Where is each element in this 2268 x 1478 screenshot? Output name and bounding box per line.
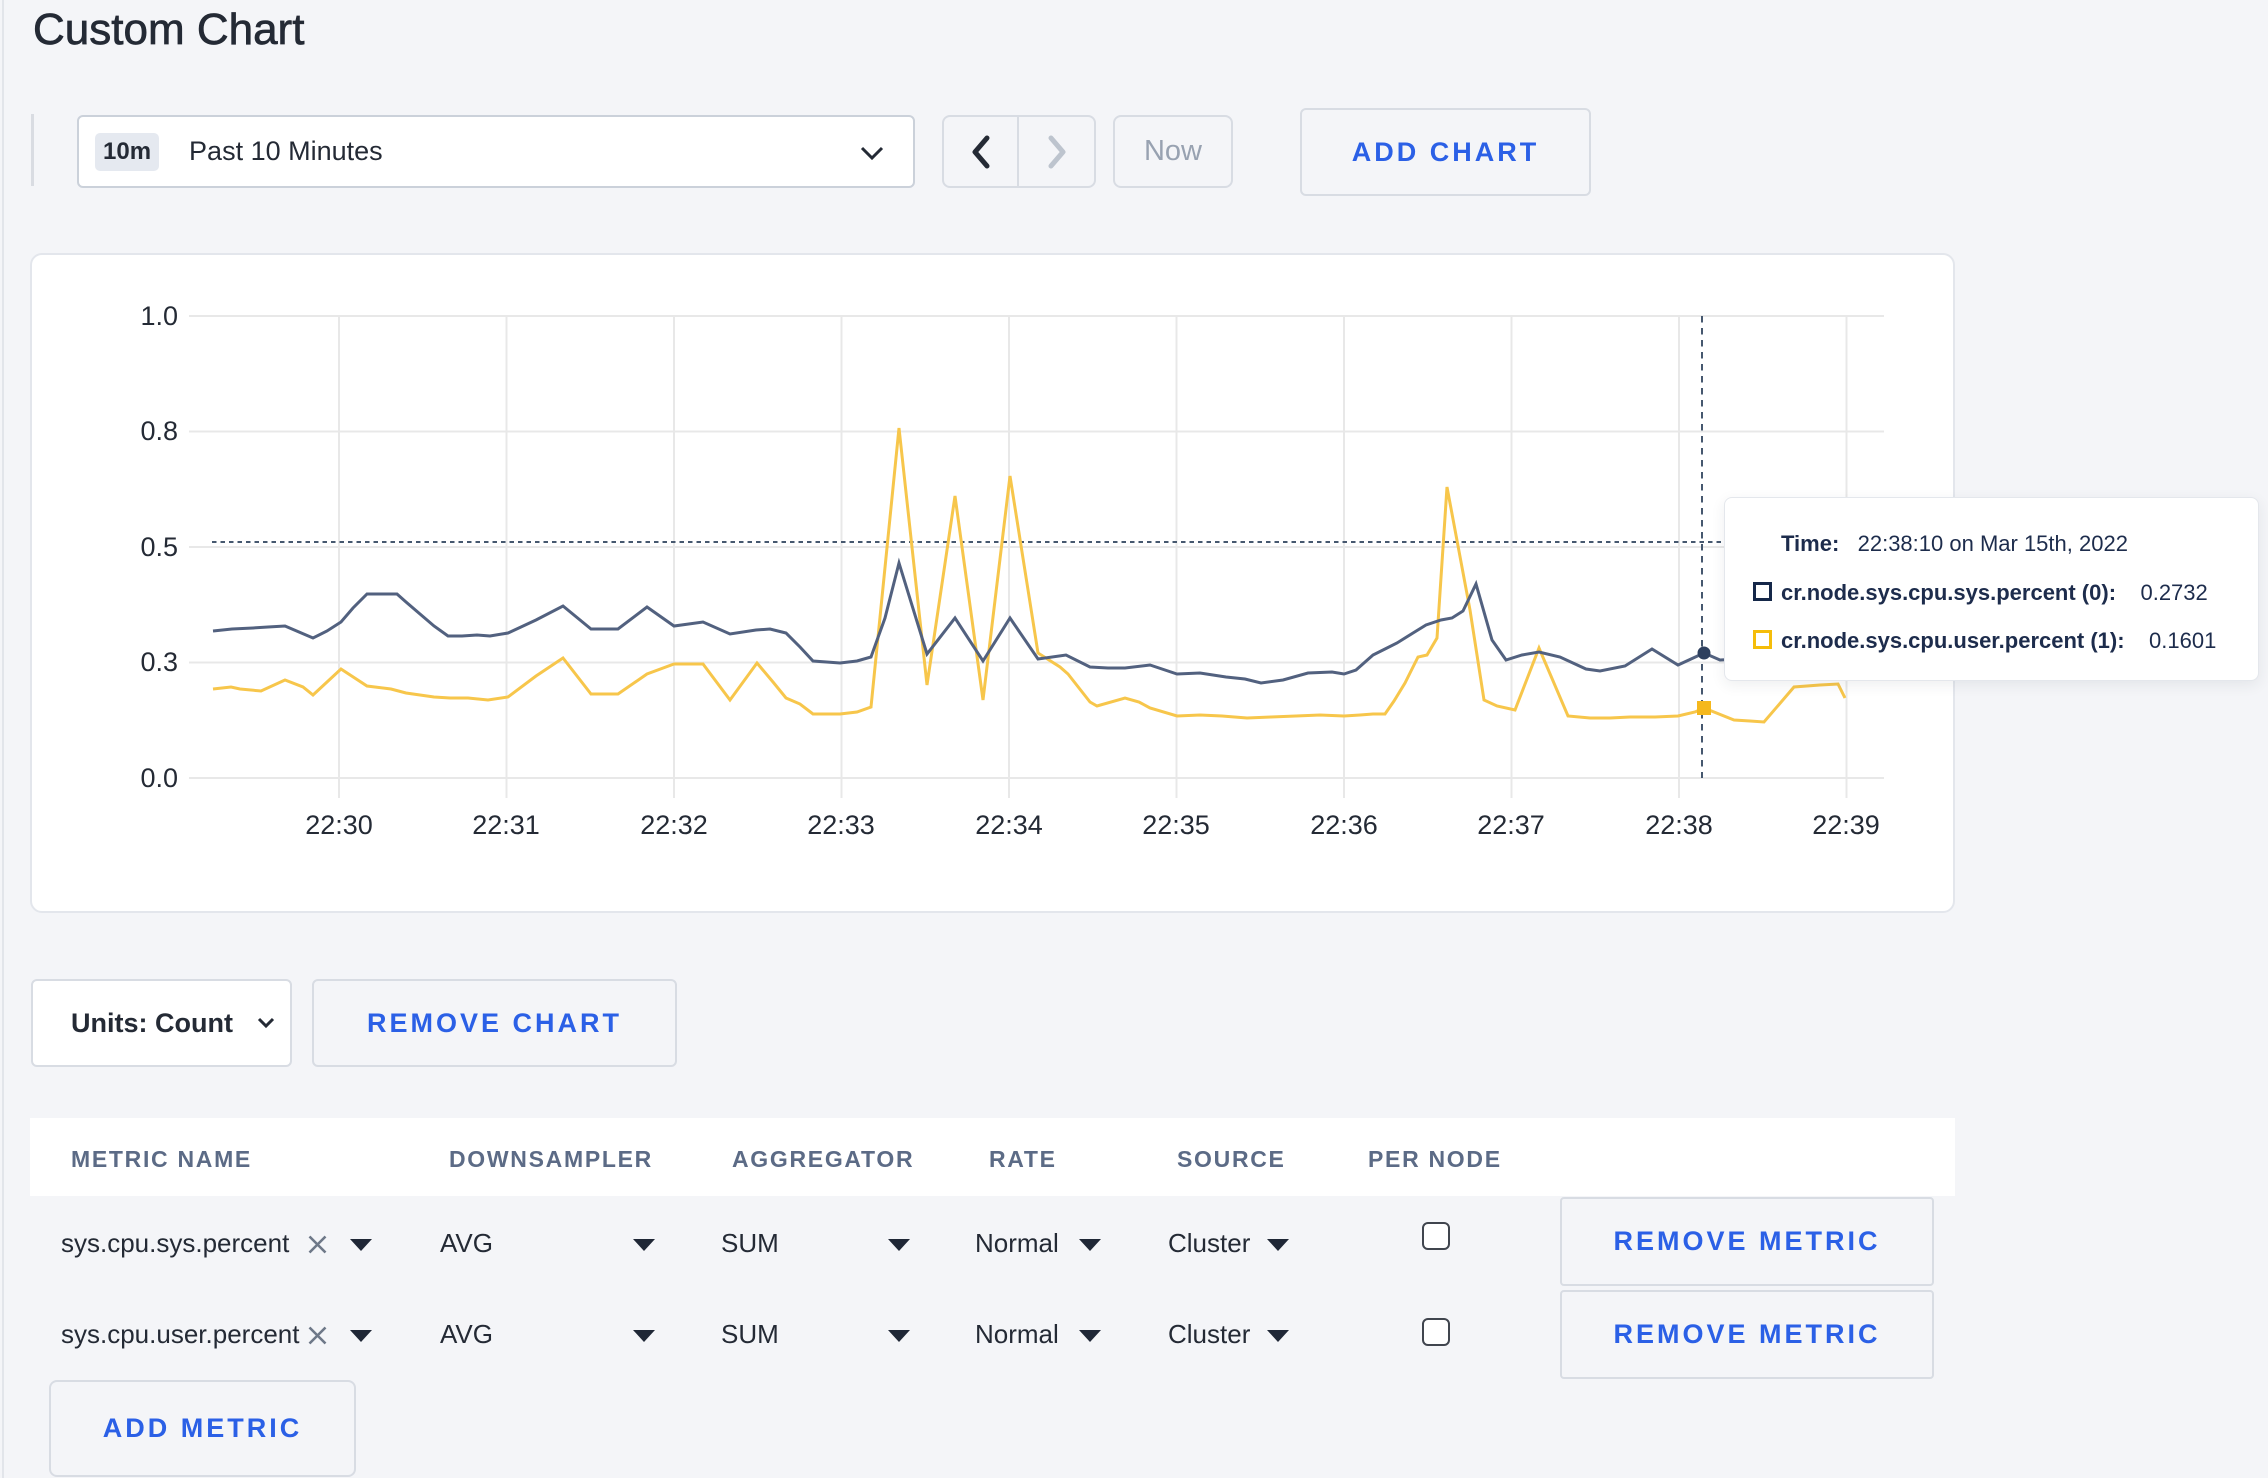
svg-text:0.8: 0.8 xyxy=(140,416,178,446)
svg-text:22:34: 22:34 xyxy=(975,810,1043,840)
svg-text:22:35: 22:35 xyxy=(1142,810,1210,840)
svg-text:22:39: 22:39 xyxy=(1812,810,1880,840)
svg-text:22:33: 22:33 xyxy=(807,810,875,840)
svg-text:22:37: 22:37 xyxy=(1477,810,1545,840)
svg-text:22:30: 22:30 xyxy=(305,810,373,840)
svg-text:22:32: 22:32 xyxy=(640,810,708,840)
svg-text:0.0: 0.0 xyxy=(140,763,178,793)
svg-text:22:38: 22:38 xyxy=(1645,810,1713,840)
svg-text:0.3: 0.3 xyxy=(140,647,178,677)
svg-text:0.5: 0.5 xyxy=(140,532,178,562)
svg-text:22:36: 22:36 xyxy=(1310,810,1378,840)
svg-text:1.0: 1.0 xyxy=(140,301,178,331)
svg-text:22:31: 22:31 xyxy=(472,810,540,840)
